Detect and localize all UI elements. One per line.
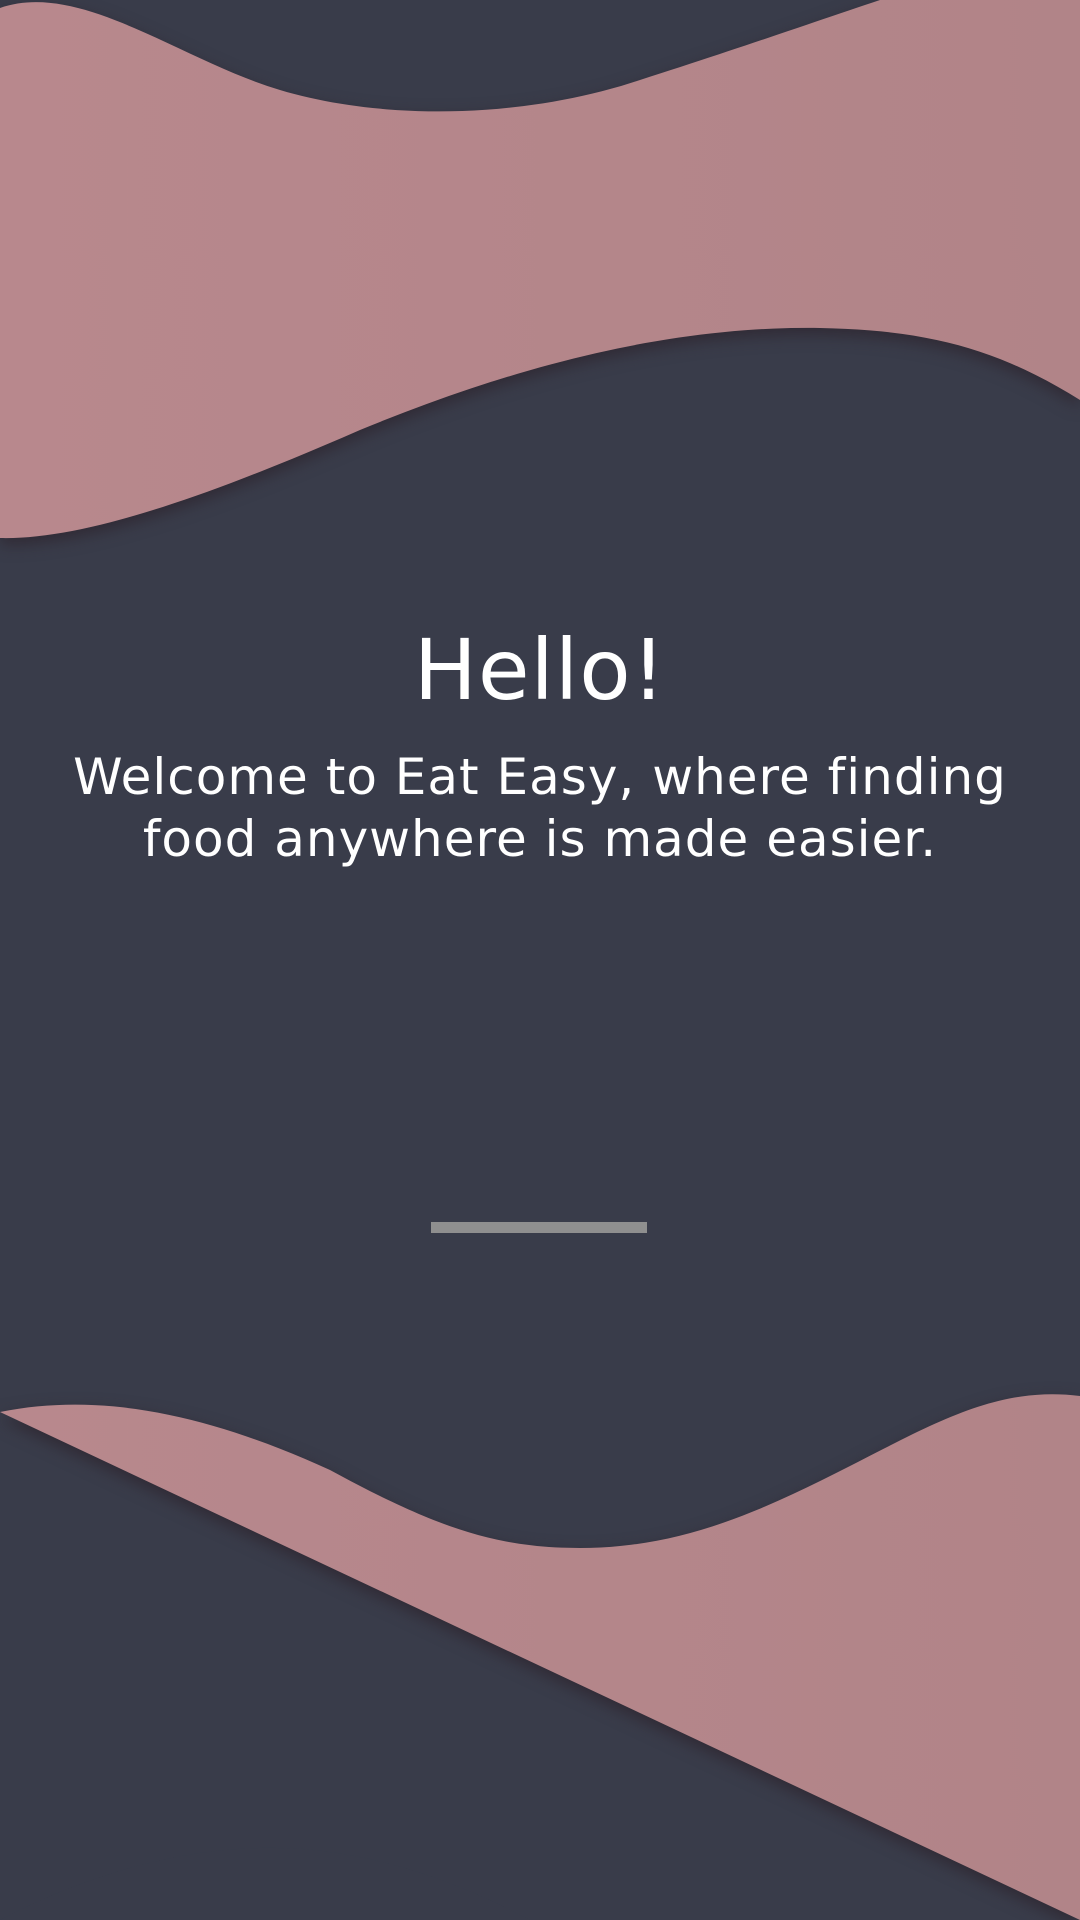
bottom-wave [0, 1394, 1080, 1920]
welcome-screen: Hello! Welcome to Eat Easy, where findin… [0, 0, 1080, 1920]
welcome-subtitle: Welcome to Eat Easy, where finding food … [73, 748, 1007, 868]
welcome-title: Hello! [413, 621, 667, 719]
bottom-dark-wave [0, 1847, 530, 1920]
background-waves [0, 0, 1080, 1920]
loading-indicator [431, 1222, 647, 1233]
welcome-content: Hello! Welcome to Eat Easy, where findin… [0, 620, 1080, 870]
top-wave [0, 0, 1080, 539]
